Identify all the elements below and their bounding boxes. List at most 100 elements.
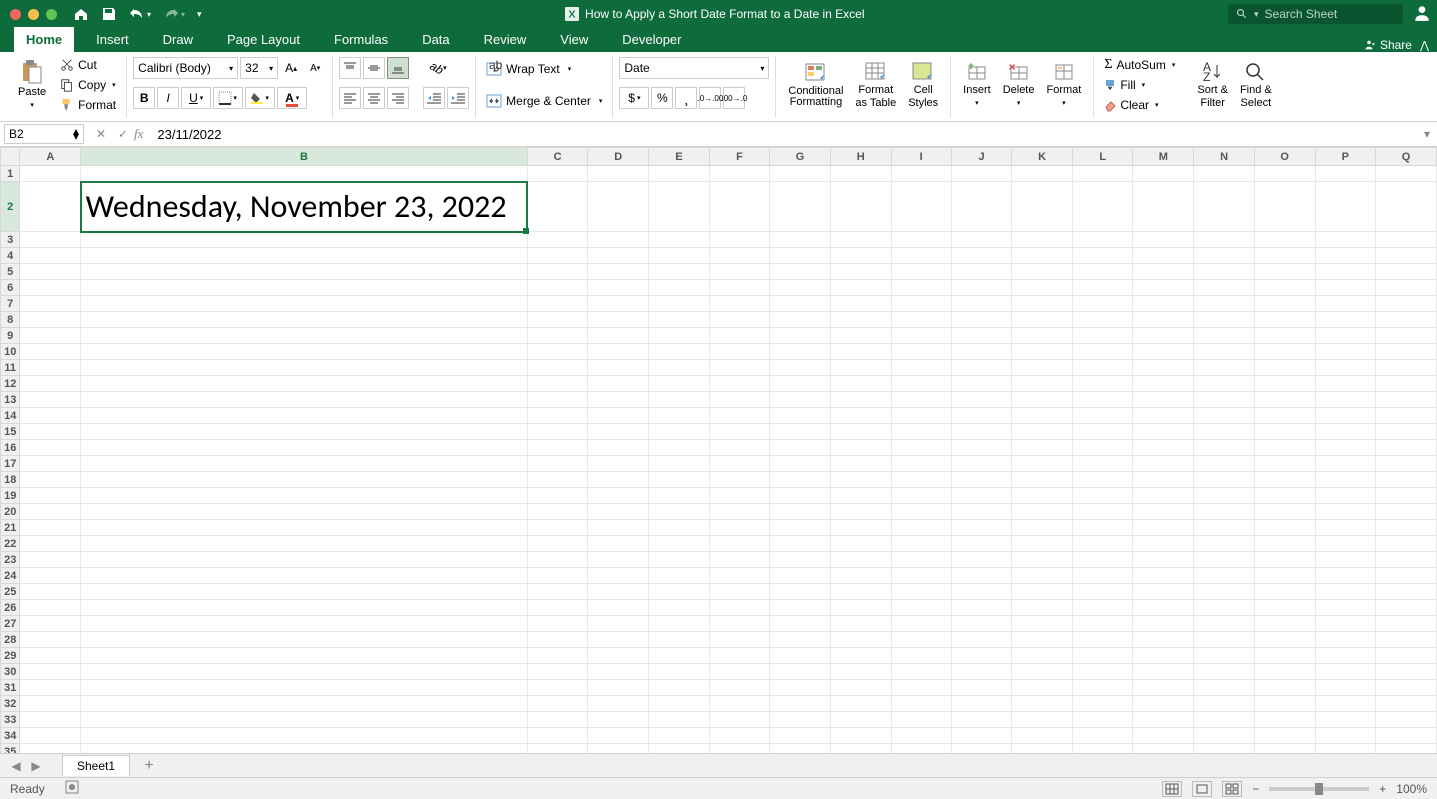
search-input[interactable]: ▾ Search Sheet	[1228, 4, 1403, 24]
cell[interactable]	[527, 440, 588, 456]
cell[interactable]	[81, 488, 528, 504]
cell[interactable]	[709, 744, 770, 754]
cell[interactable]	[1194, 584, 1255, 600]
cell[interactable]	[1072, 312, 1133, 328]
cell[interactable]	[527, 312, 588, 328]
cell[interactable]	[1254, 504, 1315, 520]
cell[interactable]	[588, 166, 649, 182]
borders-button[interactable]: ▾	[213, 87, 243, 109]
cell[interactable]	[951, 312, 1012, 328]
cell[interactable]	[527, 182, 588, 232]
decrease-font-button[interactable]: A▾	[304, 57, 326, 79]
cell[interactable]	[1194, 744, 1255, 754]
column-header[interactable]: M	[1133, 148, 1194, 166]
cell[interactable]	[527, 520, 588, 536]
cell[interactable]	[527, 328, 588, 344]
cell[interactable]	[1012, 744, 1073, 754]
cell[interactable]	[709, 696, 770, 712]
cell[interactable]	[709, 616, 770, 632]
cell[interactable]	[527, 680, 588, 696]
wrap-text-button[interactable]: abWrap Text▾	[482, 56, 606, 82]
cell[interactable]	[1012, 328, 1073, 344]
cell[interactable]	[951, 360, 1012, 376]
cell[interactable]	[1194, 328, 1255, 344]
column-header[interactable]: N	[1194, 148, 1255, 166]
cell[interactable]	[527, 280, 588, 296]
cell[interactable]	[81, 232, 528, 248]
cell[interactable]	[81, 568, 528, 584]
cell[interactable]	[1133, 696, 1194, 712]
align-center-button[interactable]	[363, 87, 385, 109]
cell[interactable]	[649, 232, 710, 248]
cell[interactable]	[1315, 280, 1376, 296]
sort-filter-button[interactable]: AZ Sort &Filter	[1191, 56, 1234, 114]
cell[interactable]	[81, 696, 528, 712]
cell[interactable]	[1133, 248, 1194, 264]
cell[interactable]	[1133, 440, 1194, 456]
column-header[interactable]: L	[1072, 148, 1133, 166]
cell[interactable]	[891, 536, 951, 552]
row-header[interactable]: 6	[1, 280, 20, 296]
column-header[interactable]: J	[951, 148, 1012, 166]
cell[interactable]	[830, 392, 891, 408]
cell[interactable]	[588, 728, 649, 744]
cell[interactable]	[20, 744, 81, 754]
cell[interactable]	[1254, 424, 1315, 440]
cell[interactable]	[1133, 744, 1194, 754]
decrease-indent-button[interactable]	[423, 87, 445, 109]
cell[interactable]	[1376, 424, 1437, 440]
cell[interactable]	[1376, 696, 1437, 712]
cell[interactable]	[830, 344, 891, 360]
cell[interactable]	[1376, 232, 1437, 248]
cell[interactable]	[588, 248, 649, 264]
cell[interactable]	[20, 376, 81, 392]
cell[interactable]	[588, 392, 649, 408]
cell[interactable]	[1376, 376, 1437, 392]
column-header[interactable]: Q	[1376, 148, 1437, 166]
page-layout-view-icon[interactable]	[1192, 781, 1212, 797]
cell[interactable]	[1254, 536, 1315, 552]
cell[interactable]	[830, 648, 891, 664]
row-header[interactable]: 28	[1, 632, 20, 648]
cell[interactable]	[588, 664, 649, 680]
cell[interactable]	[951, 744, 1012, 754]
cell[interactable]	[588, 552, 649, 568]
cell[interactable]	[1133, 166, 1194, 182]
cell[interactable]	[1012, 248, 1073, 264]
cell[interactable]	[1254, 632, 1315, 648]
cell[interactable]	[649, 504, 710, 520]
cell[interactable]	[527, 456, 588, 472]
cell[interactable]	[588, 408, 649, 424]
tab-review[interactable]: Review	[472, 27, 539, 52]
cell[interactable]	[1315, 552, 1376, 568]
delete-cells-button[interactable]: Delete▾	[997, 56, 1041, 114]
cell[interactable]	[1133, 312, 1194, 328]
decrease-decimal-button[interactable]: .00→.0	[723, 87, 745, 109]
cell[interactable]	[830, 376, 891, 392]
cell[interactable]	[951, 488, 1012, 504]
cell[interactable]	[81, 728, 528, 744]
cell[interactable]	[891, 408, 951, 424]
cell[interactable]	[1072, 536, 1133, 552]
cell[interactable]	[649, 712, 710, 728]
minimize-window-icon[interactable]	[28, 9, 39, 20]
cell[interactable]	[1376, 248, 1437, 264]
cell[interactable]	[1072, 376, 1133, 392]
align-right-button[interactable]	[387, 87, 409, 109]
normal-view-icon[interactable]	[1162, 781, 1182, 797]
cell[interactable]	[527, 296, 588, 312]
cell[interactable]	[830, 728, 891, 744]
cell[interactable]	[81, 440, 528, 456]
row-header[interactable]: 13	[1, 392, 20, 408]
cell[interactable]	[649, 312, 710, 328]
cell[interactable]	[1072, 552, 1133, 568]
cell[interactable]	[1194, 472, 1255, 488]
column-header[interactable]: E	[649, 148, 710, 166]
cell[interactable]	[81, 584, 528, 600]
row-header[interactable]: 10	[1, 344, 20, 360]
cell[interactable]	[1376, 328, 1437, 344]
cell[interactable]	[1254, 280, 1315, 296]
cell[interactable]	[770, 280, 831, 296]
cell[interactable]	[1072, 344, 1133, 360]
cell[interactable]	[1315, 312, 1376, 328]
